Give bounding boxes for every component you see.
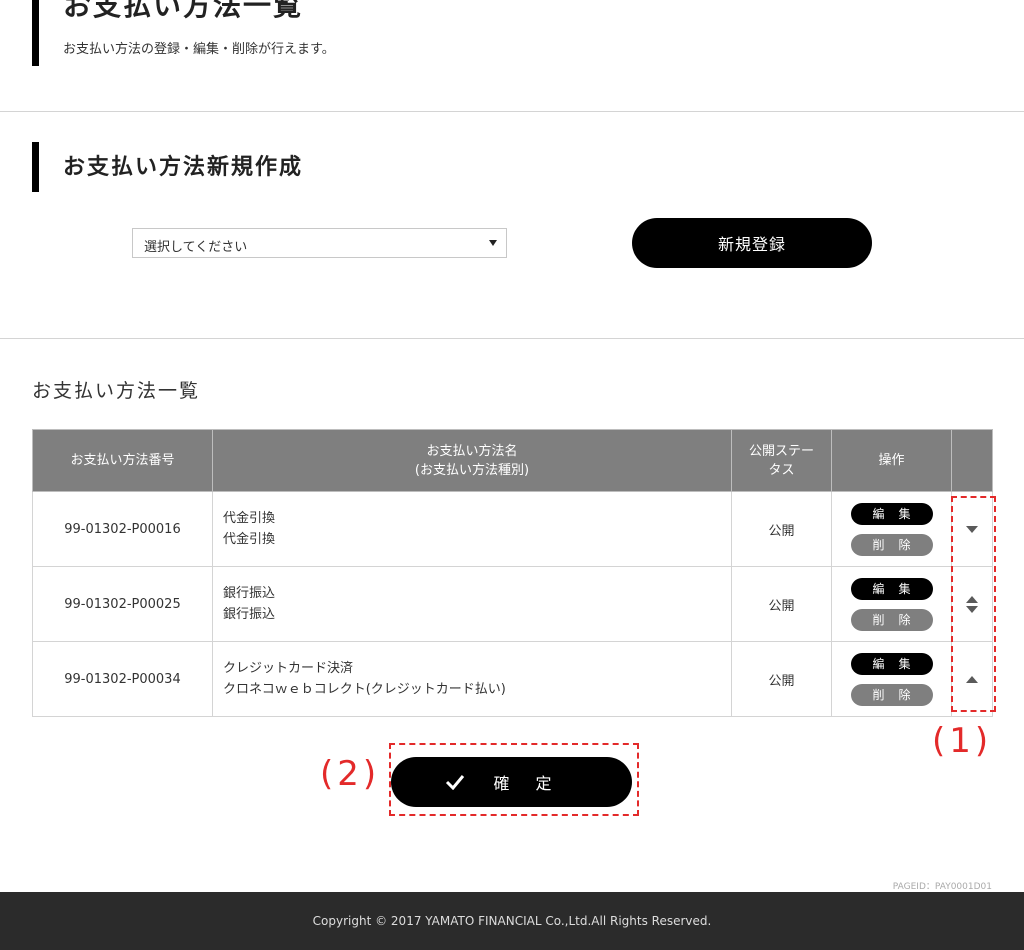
new-register-button[interactable]: 新規登録 (632, 218, 872, 268)
table-row: 99-01302-P00016 代金引換 代金引換 公開 編集 削除 (32, 491, 993, 567)
payment-methods-table: お支払い方法番号 お支払い方法名 (お支払い方法種別) 公開ステー タス 操作 … (32, 429, 993, 717)
table-row: 99-01302-P00025 銀行振込 銀行振込 公開 編集 削除 (32, 566, 993, 642)
cell-status: 公開 (731, 641, 832, 717)
table-header-row: お支払い方法番号 お支払い方法名 (お支払い方法種別) 公開ステー タス 操作 (32, 429, 993, 492)
list-section-title: お支払い方法一覧 (32, 380, 201, 402)
annotation-box-1 (951, 496, 996, 712)
column-header-order (951, 429, 993, 492)
cell-status: 公開 (731, 566, 832, 642)
create-section-title: お支払い方法新規作成 (63, 155, 304, 180)
annotation-label-1: (1) (932, 721, 993, 761)
cell-name: クレジットカード決済 クロネコｗｅｂコレクト(クレジットカード払い) (212, 641, 732, 717)
edit-button[interactable]: 編集 (850, 652, 933, 675)
edit-button[interactable]: 編集 (850, 577, 933, 600)
cell-status: 公開 (731, 491, 832, 567)
annotation-label-2: (2) (320, 754, 381, 794)
copyright-text: Copyright © 2017 YAMATO FINANCIAL Co.,Lt… (312, 914, 712, 928)
divider (0, 338, 1024, 339)
method-type: 銀行振込 (223, 607, 276, 622)
delete-button[interactable]: 削除 (850, 533, 933, 556)
cell-number: 99-01302-P00034 (32, 641, 213, 717)
method-name: 代金引換 (223, 511, 276, 526)
cell-number: 99-01302-P00025 (32, 566, 213, 642)
divider (0, 111, 1024, 112)
column-header-name: お支払い方法名 (お支払い方法種別) (212, 429, 732, 492)
delete-button[interactable]: 削除 (850, 683, 933, 706)
page-subtitle: お支払い方法の登録・編集・削除が行えます。 (63, 42, 335, 57)
cell-operation: 編集 削除 (831, 566, 952, 642)
page-title: お支払い方法一覧 (63, 0, 304, 22)
check-icon (446, 775, 465, 790)
method-name: 銀行振込 (223, 586, 276, 601)
select-value: 選択してください (144, 240, 248, 255)
page-id: PAGEID：PAY0001D01 (892, 882, 992, 892)
confirm-label: 確定 (493, 774, 578, 793)
create-section-heading: お支払い方法新規作成 (32, 142, 301, 192)
cell-operation: 編集 削除 (831, 641, 952, 717)
confirm-button[interactable]: 確定 (391, 757, 632, 807)
delete-button[interactable]: 削除 (850, 608, 933, 631)
column-header-status: 公開ステー タス (731, 429, 832, 492)
cell-operation: 編集 削除 (831, 491, 952, 567)
method-type: クロネコｗｅｂコレクト(クレジットカード払い) (223, 682, 506, 697)
page-header: お支払い方法一覧 お支払い方法の登録・編集・削除が行えます。 (32, 0, 335, 66)
payment-type-select[interactable]: 選択してください (132, 228, 507, 258)
column-header-operation: 操作 (831, 429, 952, 492)
edit-button[interactable]: 編集 (850, 502, 933, 525)
table-row: 99-01302-P00034 クレジットカード決済 クロネコｗｅｂコレクト(ク… (32, 641, 993, 717)
method-name: クレジットカード決済 (223, 661, 354, 676)
method-type: 代金引換 (223, 532, 276, 547)
column-header-number: お支払い方法番号 (32, 429, 213, 492)
cell-name: 銀行振込 銀行振込 (212, 566, 732, 642)
caret-down-icon (489, 240, 497, 246)
cell-name: 代金引換 代金引換 (212, 491, 732, 567)
page: お支払い方法一覧 お支払い方法の登録・編集・削除が行えます。 お支払い方法新規作… (0, 0, 1024, 950)
cell-number: 99-01302-P00016 (32, 491, 213, 567)
footer: Copyright © 2017 YAMATO FINANCIAL Co.,Lt… (0, 892, 1024, 950)
